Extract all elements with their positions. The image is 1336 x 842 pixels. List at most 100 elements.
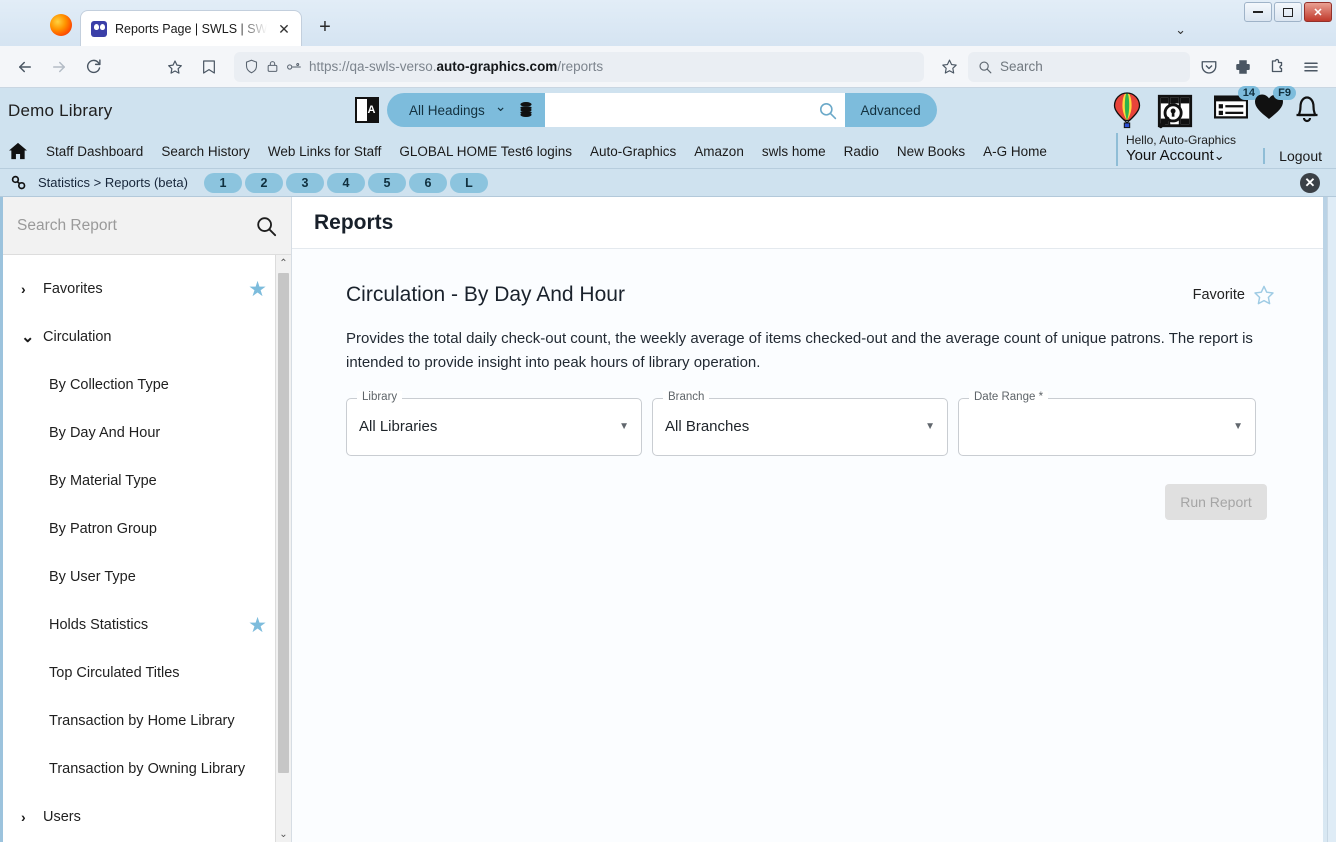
tab-close-icon[interactable]: ✕ [275, 20, 293, 38]
home-icon[interactable] [8, 142, 28, 160]
search-icon [979, 60, 992, 73]
date-range-select-label: Date Range * [969, 390, 1049, 403]
browser-tab[interactable]: Reports Page | SWLS | SWLS | Au ✕ [80, 10, 302, 46]
nav-link-7[interactable]: Radio [844, 144, 879, 159]
favorite-toggle[interactable]: Favorite [1193, 284, 1275, 306]
forward-arrow-icon[interactable] [44, 52, 74, 82]
save-page-icon[interactable] [194, 52, 224, 82]
library-select-label: Library [357, 390, 403, 403]
chevron-down-icon: ▼ [1233, 421, 1243, 433]
sidebar-item-holds-statistics[interactable]: Holds Statistics ★ [3, 601, 291, 649]
hamburger-menu-icon[interactable] [1296, 52, 1326, 82]
logout-button[interactable]: Logout [1263, 148, 1322, 164]
account-menu-button[interactable]: Your Account⌄ [1126, 147, 1236, 166]
star-filled-icon[interactable]: ★ [248, 279, 267, 300]
close-icon[interactable]: ✕ [1300, 173, 1320, 193]
sidebar-scrollbar-thumb[interactable] [278, 273, 289, 773]
bookmark-star-icon[interactable] [160, 52, 190, 82]
extensions-icon[interactable] [1262, 52, 1292, 82]
star-icon[interactable] [934, 52, 964, 82]
nav-link-1[interactable]: Search History [161, 144, 250, 159]
database-icon[interactable] [517, 100, 535, 120]
session-pill-4[interactable]: 4 [326, 172, 365, 193]
nav-link-3[interactable]: GLOBAL HOME Test6 logins [399, 144, 572, 159]
nav-link-2[interactable]: Web Links for Staff [268, 144, 382, 159]
session-pill-6[interactable]: 6 [408, 172, 447, 193]
header-actions: 14 F9 [1214, 86, 1322, 124]
sidebar-item-label: By Collection Type [49, 377, 169, 393]
catalog-lookup-icon[interactable] [1156, 92, 1194, 130]
url-text: https://qa-swls-verso.auto-graphics.com/… [309, 59, 604, 74]
sidebar-item-circulation[interactable]: ⌄ Circulation [3, 313, 291, 361]
reload-icon[interactable] [78, 52, 108, 82]
catalog-search-input[interactable] [544, 93, 845, 127]
page-gutter [1328, 197, 1336, 842]
window-minimize-button[interactable] [1244, 2, 1272, 22]
saved-lists-icon[interactable]: 14 [1214, 86, 1260, 122]
window-maximize-button[interactable] [1274, 2, 1302, 22]
sidebar-item-by-user-type[interactable]: By User Type [3, 553, 291, 601]
pocket-icon[interactable] [1194, 52, 1224, 82]
sidebar-item-transaction-by-owning-library[interactable]: Transaction by Owning Library [3, 745, 291, 793]
sidebar-item-favorites[interactable]: › Favorites ★ [3, 265, 291, 313]
session-pill-1[interactable]: 1 [203, 172, 242, 193]
firefox-logo-icon [50, 14, 72, 36]
browser-titlebar: Reports Page | SWLS | SWLS | Au ✕ + ⌄ ✕ [0, 0, 1336, 46]
session-pill-3[interactable]: 3 [285, 172, 324, 193]
sidebar-item-users[interactable]: › Users [3, 793, 291, 841]
link-chain-icon [10, 175, 28, 191]
run-report-button[interactable]: Run Report [1165, 483, 1267, 520]
nav-link-0[interactable]: Staff Dashboard [46, 144, 143, 159]
hot-air-balloon-icon[interactable] [1112, 92, 1142, 130]
session-pill-2[interactable]: 2 [244, 172, 283, 193]
print-icon[interactable] [1228, 52, 1258, 82]
scroll-up-arrow-icon[interactable]: ⌃ [276, 255, 291, 271]
branch-select[interactable]: Branch All Branches ▼ [652, 390, 948, 456]
sidebar-item-label: By Material Type [49, 473, 157, 489]
nav-link-6[interactable]: swls home [762, 144, 826, 159]
sidebar-scrollbar[interactable]: ⌃ ⌄ [275, 255, 291, 842]
app-nav-links: Staff Dashboard Search History Web Links… [0, 132, 1336, 168]
library-select[interactable]: Library All Libraries ▼ [346, 390, 642, 456]
notifications-bell-icon[interactable] [1292, 92, 1322, 124]
nav-link-5[interactable]: Amazon [694, 144, 744, 159]
sidebar-item-top-circulated-titles[interactable]: Top Circulated Titles [3, 649, 291, 697]
permissions-icon [287, 62, 301, 70]
search-report-input[interactable] [17, 216, 245, 235]
sidebar-search[interactable] [3, 197, 291, 255]
back-arrow-icon[interactable] [10, 52, 40, 82]
page-scrollbar[interactable] [1323, 197, 1327, 842]
list-all-tabs-chevron-icon[interactable]: ⌄ [1175, 22, 1186, 38]
nav-link-9[interactable]: A-G Home [983, 144, 1047, 159]
search-scope-select[interactable]: All Headings ⌄ [387, 93, 545, 127]
star-filled-icon[interactable]: ★ [248, 615, 267, 636]
sidebar-item-transaction-by-home-library[interactable]: Transaction by Home Library [3, 697, 291, 745]
scroll-down-arrow-icon[interactable]: ⌄ [276, 826, 291, 842]
session-pill-5[interactable]: 5 [367, 172, 406, 193]
sidebar-item-by-collection-type[interactable]: By Collection Type [3, 361, 291, 409]
browser-search-bar[interactable]: Search [968, 51, 1190, 82]
favorites-badge: F9 [1273, 86, 1296, 100]
sidebar-item-by-day-and-hour[interactable]: By Day And Hour [3, 409, 291, 457]
sidebar-item-by-material-type[interactable]: By Material Type [3, 457, 291, 505]
sidebar-item-label: Favorites [43, 281, 103, 297]
advanced-search-button[interactable]: Advanced [844, 93, 937, 127]
nav-link-8[interactable]: New Books [897, 144, 965, 159]
favorites-heart-icon[interactable]: F9 [1254, 86, 1296, 122]
chevron-down-icon: ⌄ [1213, 148, 1225, 164]
page-title: Reports [314, 210, 394, 234]
language-toggle-icon[interactable]: A [355, 97, 379, 123]
url-bar[interactable]: https://qa-swls-verso.auto-graphics.com/… [234, 51, 924, 82]
favorite-label: Favorite [1192, 287, 1245, 303]
star-outline-icon[interactable] [1253, 284, 1275, 306]
sidebar-item-by-patron-group[interactable]: By Patron Group [3, 505, 291, 553]
new-tab-button[interactable]: + [310, 12, 340, 42]
session-pill-l[interactable]: L [449, 172, 488, 193]
account-block[interactable]: Hello, Auto-Graphics Your Account⌄ [1115, 132, 1236, 166]
nav-link-4[interactable]: Auto-Graphics [590, 144, 676, 159]
breadcrumb[interactable]: Statistics > Reports (beta) [38, 175, 188, 190]
date-range-select[interactable]: Date Range * ▼ [958, 390, 1256, 456]
report-tree: › Favorites ★ ⌄ Circulation By Collectio… [3, 255, 291, 842]
breadcrumb-bar: Statistics > Reports (beta) 1 2 3 4 5 6 … [0, 169, 1336, 197]
window-close-button[interactable]: ✕ [1304, 2, 1332, 22]
